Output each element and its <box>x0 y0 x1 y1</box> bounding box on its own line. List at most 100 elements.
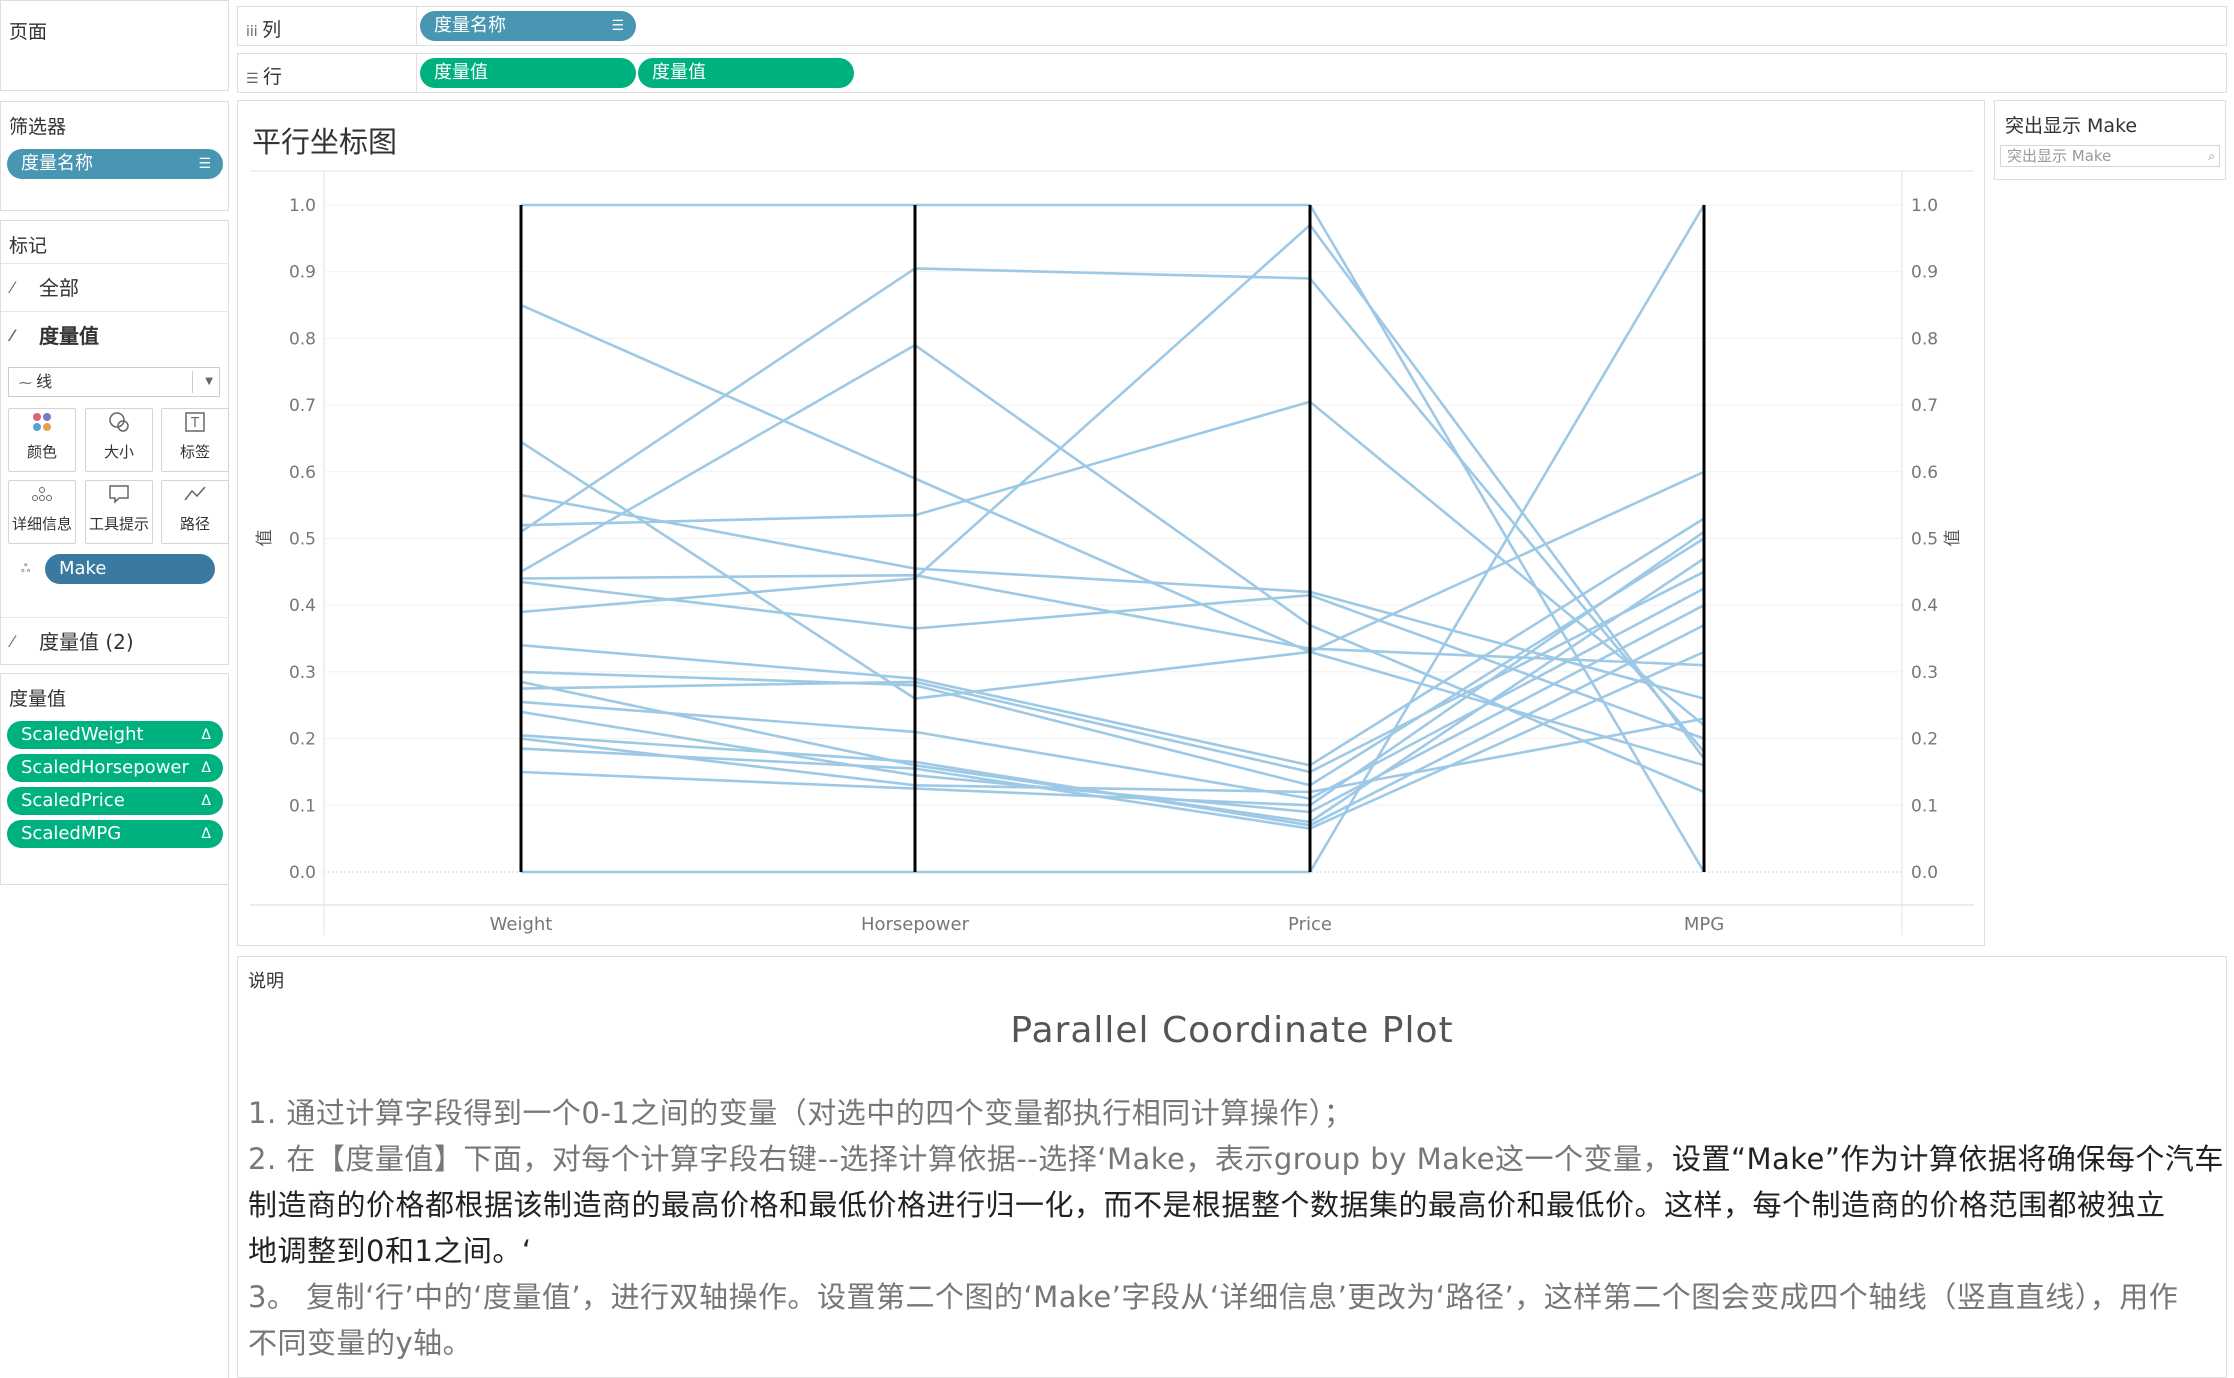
rows-label-text: 行 <box>263 66 283 88</box>
delta-icon: Δ <box>201 727 211 743</box>
data-polyline <box>520 587 1705 800</box>
measure-pill-label: ScaledWeight <box>21 724 144 745</box>
y-tick-label-left: 0.6 <box>289 463 316 483</box>
left-empty-area <box>0 885 229 1378</box>
rows-pill-measure-values-2[interactable]: 度量值 <box>638 58 854 88</box>
mark-type-dropdown[interactable]: ⁓ 线 ▼ <box>8 367 220 397</box>
line-mark-icon: ⁓ <box>19 376 37 391</box>
y-tick-label-right: 0.0 <box>1911 863 1938 883</box>
y-tick-label-left: 0.7 <box>289 396 316 416</box>
size-button-label: 大小 <box>103 443 134 461</box>
make-pill[interactable]: Make <box>45 554 215 584</box>
y-tick-label-left: 0.2 <box>289 730 316 750</box>
marks-card-measure-values-2[interactable]: ⁄ 度量值 (2) <box>1 617 229 665</box>
y-axis-title-right: 值 <box>1943 530 1963 547</box>
rows-shelf[interactable]: ☰ 行 度量值 度量值 <box>237 53 2227 93</box>
y-tick-label-left: 0.5 <box>289 530 316 550</box>
filters-panel: 筛选器 度量名称 ☰ <box>0 101 229 211</box>
x-category-label: Weight <box>490 914 553 935</box>
marks-card-all-label: 全部 <box>39 276 79 300</box>
delta-icon: Δ <box>201 826 211 842</box>
y-tick-label-right: 0.2 <box>1911 730 1938 750</box>
rows-pill-measure-values-1[interactable]: 度量值 <box>420 58 636 88</box>
measure-pill-scaled-mpg[interactable]: ScaledMPG Δ <box>7 820 223 848</box>
pages-panel: 页面 <box>0 0 229 91</box>
y-tick-label-right: 0.1 <box>1911 796 1938 816</box>
measure-pill-scaled-weight[interactable]: ScaledWeight Δ <box>7 721 223 749</box>
highlight-panel: 突出显示 Make 突出显示 Make ⌕ <box>1994 100 2226 180</box>
line-mark-icon: ⁄ <box>11 278 14 297</box>
notes-line-3-text: 制造商的价格都根据该制造商的最高价格和最低价格进行归一化，而不是根据整个数据集的… <box>248 1188 2166 1222</box>
delta-icon: Δ <box>201 793 211 809</box>
detail-button[interactable]: 详细信息 <box>8 480 76 544</box>
notes-line-4-text: 地调整到0和1之间。‘ <box>248 1234 532 1268</box>
path-field-icon: ஃ <box>21 561 31 575</box>
y-tick-label-left: 0.0 <box>289 863 316 883</box>
filter-pill-measure-names[interactable]: 度量名称 ☰ <box>7 149 223 179</box>
color-button-label: 颜色 <box>26 443 57 461</box>
y-tick-label-right: 0.8 <box>1911 329 1938 349</box>
label-button[interactable]: T 标签 <box>161 408 229 472</box>
rows-pill-label: 度量值 <box>652 62 706 83</box>
notes-line-6: 不同变量的y轴。 <box>248 1326 473 1360</box>
highlight-search-input[interactable]: 突出显示 Make ⌕ <box>2000 145 2220 167</box>
measure-pill-label: ScaledPrice <box>21 790 125 811</box>
columns-shelf-label: iii 列 <box>246 15 281 42</box>
tooltip-button-label: 工具提示 <box>88 515 149 533</box>
filter-icon: ☰ <box>611 18 624 34</box>
data-polyline <box>520 267 1705 753</box>
columns-icon: iii <box>246 24 263 40</box>
mark-type-value: 线 <box>36 372 53 391</box>
notes-line-3: 制造商的价格都根据该制造商的最高价格和最低价格进行归一化，而不是根据整个数据集的… <box>248 1182 2166 1224</box>
filter-icon: ☰ <box>198 156 211 172</box>
rows-pill-label: 度量值 <box>434 62 488 83</box>
measure-pill-scaled-price[interactable]: ScaledPrice Δ <box>7 787 223 815</box>
tooltip-speech-icon <box>86 481 152 513</box>
notes-line-1: 1. 通过计算字段得到一个0-1之间的变量（对选中的四个变量都执行相同计算操作）… <box>248 1096 1354 1130</box>
highlight-search-placeholder: 突出显示 Make <box>2007 147 2112 165</box>
svg-text:T: T <box>190 416 199 431</box>
marks-card-measure2-label: 度量值 (2) <box>39 630 134 654</box>
pages-title: 页面 <box>9 21 48 43</box>
color-button[interactable]: 颜色 <box>8 408 76 472</box>
line-mark-icon: ⁄ <box>11 632 14 651</box>
columns-label-text: 列 <box>262 19 282 41</box>
y-tick-label-left: 0.4 <box>289 596 316 616</box>
data-polyline <box>520 303 1705 767</box>
marks-card-all[interactable]: ⁄ 全部 <box>1 263 229 311</box>
marks-card-measure-values[interactable]: ⁄ 度量值 <box>1 311 229 359</box>
size-circles-icon <box>86 409 152 441</box>
x-category-label: Horsepower <box>861 914 970 935</box>
y-tick-label-right: 0.5 <box>1911 530 1938 550</box>
x-category-label: Price <box>1288 914 1332 935</box>
highlight-title: 突出显示 Make <box>2005 115 2138 137</box>
notes-line-2b: 设置“Make”作为计算依据将确保每个汽车 <box>1671 1142 2224 1176</box>
columns-pill-measure-names[interactable]: 度量名称 ☰ <box>420 11 636 41</box>
measure-values-title: 度量值 <box>9 688 67 710</box>
measure-pill-scaled-horsepower[interactable]: ScaledHorsepower Δ <box>7 754 223 782</box>
path-button[interactable]: 路径 <box>161 480 229 544</box>
line-mark-icon: ⁄ <box>11 326 14 345</box>
y-tick-label-left: 0.8 <box>289 329 316 349</box>
make-pill-label: Make <box>59 558 107 579</box>
detail-dots-icon <box>9 481 75 513</box>
rows-shelf-label: ☰ 行 <box>246 62 282 89</box>
notes-heading: Parallel Coordinate Plot <box>1010 1010 1454 1051</box>
y-tick-label-right: 0.6 <box>1911 463 1938 483</box>
x-category-label: MPG <box>1684 914 1724 935</box>
measure-values-panel: 度量值 ScaledWeight Δ ScaledHorsepower Δ Scal… <box>0 673 229 885</box>
rows-icon: ☰ <box>246 71 264 87</box>
tooltip-button[interactable]: 工具提示 <box>85 480 153 544</box>
delta-icon: Δ <box>201 760 211 776</box>
measure-pill-label: ScaledMPG <box>21 823 122 844</box>
data-polyline <box>520 717 1705 794</box>
search-icon: ⌕ <box>2208 149 2215 163</box>
notes-line-2a: 2. 在【度量值】下面，对每个计算字段右键--选择计算依据--选择‘Make，表… <box>248 1142 1672 1176</box>
notes-line-5: 3。 复制‘行’中的‘度量值’，进行双轴操作。设置第二个图的‘Make’字段从‘… <box>248 1280 2179 1314</box>
marks-title: 标记 <box>9 235 48 257</box>
columns-shelf[interactable]: iii 列 度量名称 ☰ <box>237 6 2227 46</box>
size-button[interactable]: 大小 <box>85 408 153 472</box>
y-axis-title-left: 值 <box>255 530 275 547</box>
measure-pill-label: ScaledHorsepower <box>21 757 189 778</box>
filter-pill-label: 度量名称 <box>21 153 93 174</box>
